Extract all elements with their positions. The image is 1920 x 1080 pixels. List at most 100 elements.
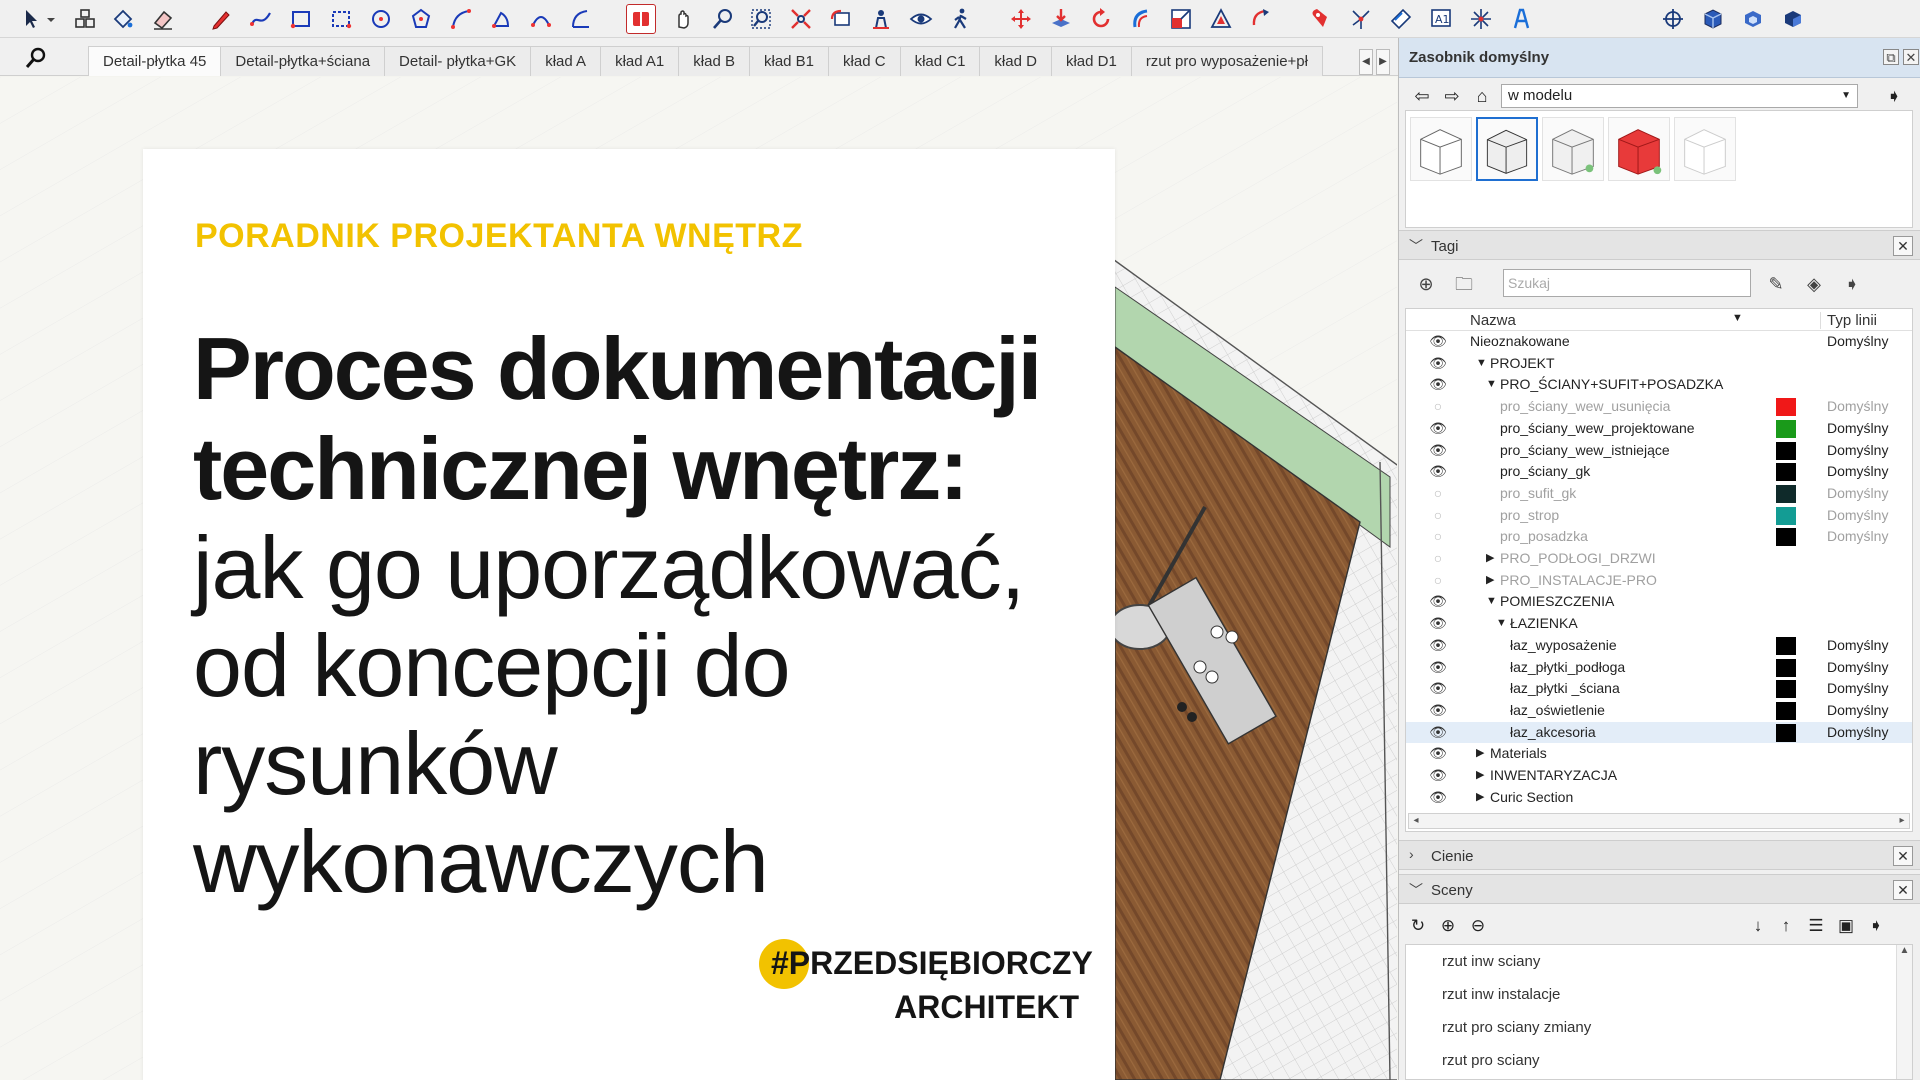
tag-line-type[interactable]: Domyślny	[1827, 440, 1888, 461]
circle-icon[interactable]	[366, 4, 396, 34]
tag-row[interactable]: 👁 ▼ POMIESZCZENIA	[1406, 591, 1912, 612]
eye-icon[interactable]: 👁	[1428, 657, 1448, 678]
offset-icon[interactable]	[1206, 4, 1236, 34]
polygon-icon[interactable]	[406, 4, 436, 34]
walk-icon[interactable]	[946, 4, 976, 34]
arc-icon[interactable]	[446, 4, 476, 34]
eye-icon[interactable]: 👁	[1428, 461, 1448, 482]
position-camera-icon[interactable]	[866, 4, 896, 34]
3d-text-icon[interactable]	[1466, 4, 1496, 34]
eye-icon[interactable]: 👁	[1428, 678, 1448, 699]
eye-icon[interactable]: 👁	[1428, 765, 1448, 786]
tag-row[interactable]: 👁 Nieoznakowane Domyślny	[1406, 331, 1912, 352]
tag-line-type[interactable]: Domyślny	[1827, 483, 1888, 504]
eye-icon[interactable]: 👁	[1428, 787, 1448, 808]
eye-hidden-icon[interactable]: ○	[1428, 570, 1448, 591]
details-arrow-icon[interactable]: ➧	[1841, 273, 1863, 295]
in-model-select[interactable]: w modelu ▼	[1501, 84, 1858, 108]
eye-icon[interactable]: 👁	[1428, 331, 1448, 352]
chevron-down-icon[interactable]: ▼	[1476, 353, 1487, 374]
tag-row[interactable]: 👁 ▼ PROJEKT	[1406, 353, 1912, 374]
tag-row[interactable]: 👁 ▼ PRO_ŚCIANY+SUFIT+POSADZKA	[1406, 374, 1912, 395]
tag-color-swatch[interactable]	[1776, 723, 1796, 742]
close-icon[interactable]: ✕	[1893, 880, 1913, 900]
tag-color-swatch[interactable]	[1776, 484, 1796, 503]
chevron-down-icon[interactable]: ▼	[1496, 613, 1507, 634]
tag-tool-icon[interactable]: ✎	[1765, 273, 1787, 295]
view-options-icon[interactable]: ☰	[1805, 915, 1827, 937]
pan-icon[interactable]	[668, 4, 698, 34]
search-icon[interactable]	[24, 46, 48, 70]
dimension-icon[interactable]	[1386, 4, 1416, 34]
tag-row[interactable]: ○ pro_ściany_wew_usunięcia Domyślny	[1406, 396, 1912, 417]
tag-row[interactable]: 👁 ▼ ŁAZIENKA	[1406, 613, 1912, 634]
chevron-down-icon[interactable]: ▼	[1732, 312, 1743, 324]
remove-scene-icon[interactable]: ⊖	[1467, 915, 1489, 937]
select-tool-icon[interactable]	[16, 4, 46, 34]
tag-row[interactable]: 👁 łaz_akcesoria Domyślny	[1406, 721, 1912, 743]
zoom-icon[interactable]	[708, 4, 738, 34]
scene-item[interactable]: rzut inw instalacje	[1442, 986, 1560, 1003]
tag-line-type[interactable]: Domyślny	[1827, 396, 1888, 417]
eye-icon[interactable]: 👁	[1428, 635, 1448, 656]
scene-tab[interactable]: kład D1	[1050, 46, 1132, 76]
eye-icon[interactable]: 👁	[1428, 374, 1448, 395]
chevron-right-icon[interactable]: ▶	[1476, 765, 1484, 786]
tag-line-type[interactable]: Domyślny	[1827, 526, 1888, 547]
tag-row[interactable]: 👁 ▶ Curic Section	[1406, 787, 1912, 808]
scene-tab[interactable]: kład B	[678, 46, 750, 76]
close-icon[interactable]: ✕	[1893, 846, 1913, 866]
follow-me-icon[interactable]	[1126, 4, 1156, 34]
forward-icon[interactable]: ⇨	[1441, 86, 1463, 106]
extension-icon[interactable]	[1738, 4, 1768, 34]
tag-color-swatch[interactable]	[1776, 528, 1796, 547]
component-thumbnail[interactable]	[1608, 117, 1670, 181]
eye-icon[interactable]: 👁	[1428, 700, 1448, 721]
scroll-left-icon[interactable]: ◂	[1409, 814, 1423, 828]
add-scene-icon[interactable]: ⊕	[1437, 915, 1459, 937]
eye-hidden-icon[interactable]: ○	[1428, 483, 1448, 504]
styles-icon[interactable]	[1778, 4, 1808, 34]
tag-line-type[interactable]: Domyślny	[1827, 722, 1888, 743]
tag-line-type[interactable]: Domyślny	[1827, 505, 1888, 526]
column-header-type[interactable]: Typ linii	[1820, 312, 1877, 329]
scene-item[interactable]: rzut pro sciany	[1442, 1052, 1540, 1069]
previous-view-icon[interactable]	[826, 4, 856, 34]
tag-color-swatch[interactable]	[1776, 398, 1796, 417]
two-point-arc-icon[interactable]	[526, 4, 556, 34]
rotated-rectangle-icon[interactable]	[326, 4, 356, 34]
tag-search-input[interactable]: Szukaj	[1503, 269, 1751, 297]
back-icon[interactable]: ⇦	[1411, 86, 1433, 106]
eye-icon[interactable]: 👁	[1428, 440, 1448, 461]
color-by-tag-icon[interactable]: ◈	[1803, 273, 1825, 295]
scene-tab[interactable]: rzut pro wyposażenie+pł	[1130, 46, 1323, 76]
eye-hidden-icon[interactable]: ○	[1428, 396, 1448, 417]
chevron-right-icon[interactable]: ▶	[1486, 548, 1494, 569]
push-pull-icon[interactable]	[1046, 4, 1076, 34]
tag-color-swatch[interactable]	[1776, 658, 1796, 677]
pencil-icon[interactable]	[206, 4, 236, 34]
chevron-right-icon[interactable]: ▶	[1476, 743, 1484, 764]
warehouse-icon[interactable]	[1698, 4, 1728, 34]
move-icon[interactable]	[1006, 4, 1036, 34]
scene-item[interactable]: rzut pro sciany zmiany	[1442, 1019, 1591, 1036]
scroll-right-icon[interactable]: ▸	[1895, 814, 1909, 828]
close-icon[interactable]: ✕	[1893, 236, 1913, 256]
tag-line-type[interactable]: Domyślny	[1827, 635, 1888, 656]
eye-icon[interactable]: 👁	[1428, 722, 1448, 743]
tag-row[interactable]: 👁 łaz_płytki_podłoga Domyślny	[1406, 657, 1912, 678]
details-arrow-icon[interactable]: ➧	[1883, 86, 1905, 106]
chevron-right-icon[interactable]: ▶	[1486, 570, 1494, 591]
component-thumbnail[interactable]	[1674, 117, 1736, 181]
3d-letter-icon[interactable]	[1506, 4, 1536, 34]
scene-item[interactable]: rzut inw sciany	[1442, 953, 1540, 970]
vertical-scrollbar[interactable]: ▲	[1896, 945, 1912, 1079]
move-scene-down-icon[interactable]: ↓	[1747, 915, 1769, 937]
scene-tab[interactable]: kład A	[530, 46, 602, 76]
tag-row[interactable]: ○ pro_posadzka Domyślny	[1406, 526, 1912, 547]
look-around-icon[interactable]	[906, 4, 936, 34]
axes-icon[interactable]	[1346, 4, 1376, 34]
close-icon[interactable]: ✕	[1903, 49, 1919, 65]
three-point-arc-icon[interactable]	[566, 4, 596, 34]
tag-line-type[interactable]: Domyślny	[1827, 678, 1888, 699]
